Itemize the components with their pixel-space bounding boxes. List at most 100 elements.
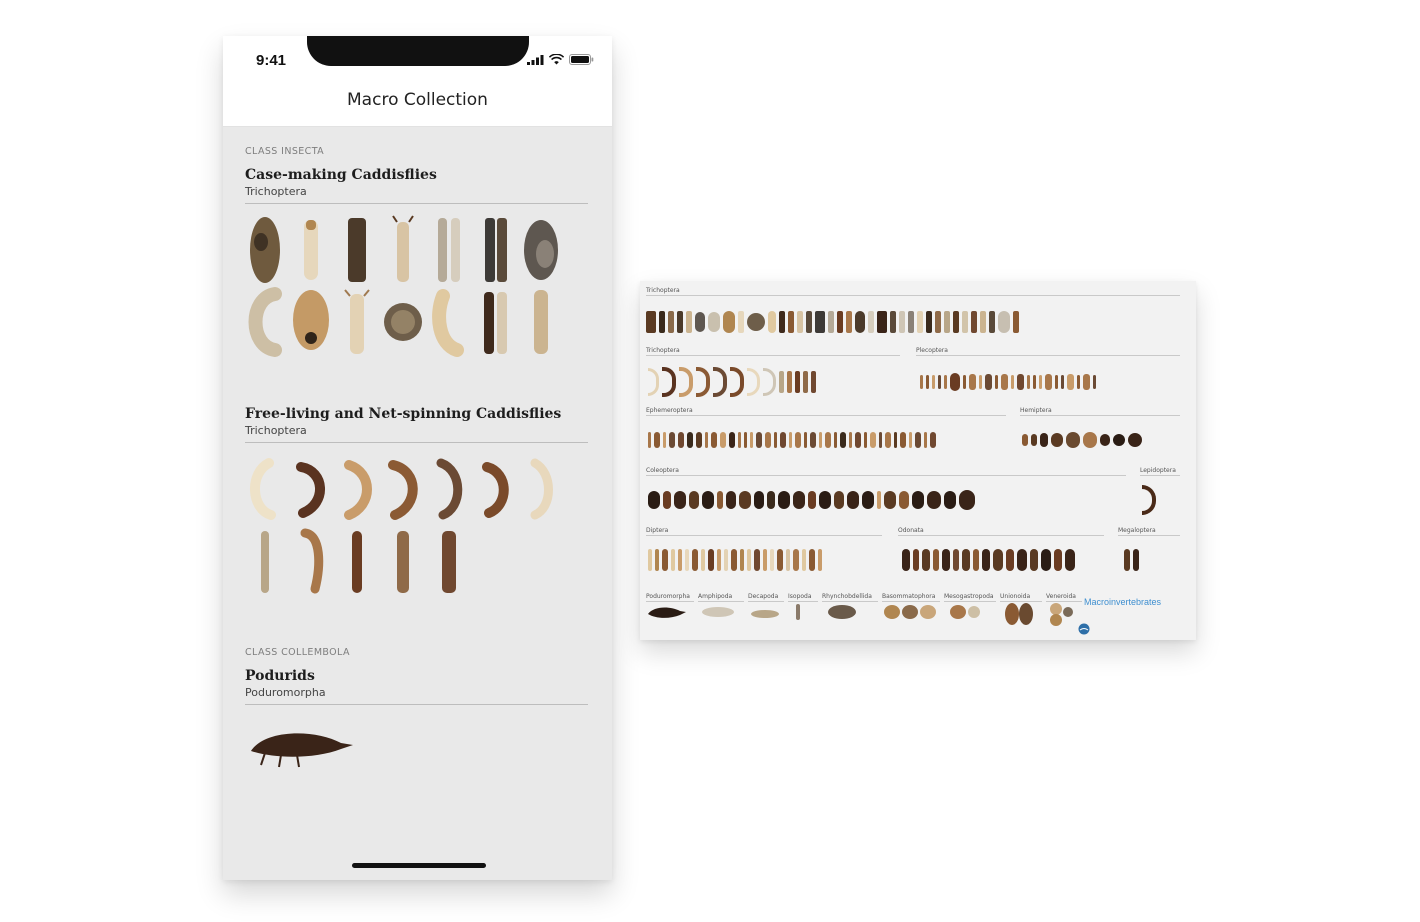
poster-group: Poduromorpha [646, 593, 694, 626]
cellular-signal-icon [527, 54, 544, 65]
divider [245, 442, 588, 443]
poster-group-title: Plecoptera [916, 347, 948, 354]
poster-divider [646, 475, 1126, 476]
poster-group-title: Amphipoda [698, 593, 733, 600]
group-title[interactable]: Podurids [245, 668, 588, 684]
status-bar: 9:41 [223, 36, 612, 84]
poster-group: Hemiptera [1020, 407, 1180, 416]
poster-bottom-groups: Poduromorpha Amphipoda Decapoda Isopoda … [646, 593, 1086, 635]
specimen-image[interactable] [475, 453, 515, 525]
specimen-image[interactable] [245, 715, 355, 771]
poster-group-title: Basommatophora [882, 593, 936, 600]
brand-logo-icon [1078, 623, 1090, 635]
specimen-image[interactable] [337, 453, 377, 525]
poster-group-title: Lepidoptera [1140, 467, 1176, 474]
group-subtitle: Trichoptera [245, 424, 307, 437]
specimen-image[interactable] [429, 525, 469, 597]
specimen-image[interactable] [383, 525, 423, 597]
specimen-image[interactable] [291, 286, 331, 358]
poster-brand[interactable]: Macroinvertebrates [1084, 597, 1161, 607]
specimen-image[interactable] [291, 453, 331, 525]
page-title: Macro Collection [347, 90, 488, 110]
poster-group: Decapoda [748, 593, 784, 626]
poster-group: Trichoptera [646, 347, 900, 356]
section-podurids: CLASS COLLEMBOLA Podurids Poduromorpha [245, 597, 588, 771]
poster-divider [1140, 475, 1180, 476]
poster-specimen [950, 605, 980, 619]
poster-divider [898, 535, 1104, 536]
poster-group: Ephemeroptera [646, 407, 1006, 416]
group-title[interactable]: Free-living and Net-spinning Caddisflies [245, 406, 588, 422]
specimen-image[interactable] [429, 286, 469, 358]
specimen-image[interactable] [383, 286, 423, 358]
poster-specimen [751, 610, 779, 618]
specimen-image[interactable] [245, 286, 285, 358]
poster-group-title: Veneroida [1046, 593, 1076, 600]
poster-specimen-row [646, 309, 1022, 335]
specimen-grid [245, 214, 588, 358]
specimen-image[interactable] [521, 286, 561, 358]
specimen-image[interactable] [383, 453, 423, 525]
collection-list[interactable]: CLASS INSECTA Case-making Caddisflies Tr… [245, 126, 588, 771]
macroinvertebrate-poster[interactable]: Trichoptera Trichoptera Plecoptera Ephem… [640, 281, 1196, 640]
home-indicator[interactable] [352, 863, 486, 868]
navigation-bar: Macro Collection [223, 84, 612, 127]
poster-group-title: Rhynchobdellida [822, 593, 872, 600]
specimen-image[interactable] [337, 286, 377, 358]
poster-group-title: Mesogastropoda [944, 593, 994, 600]
poster-group: Amphipoda [698, 593, 744, 626]
wifi-icon [549, 54, 564, 65]
specimen-image[interactable] [521, 453, 561, 525]
specimen-image[interactable] [291, 525, 331, 597]
poster-specimen [828, 605, 856, 619]
poster-group-title: Isopoda [788, 593, 812, 600]
section-free-living-caddisflies: Free-living and Net-spinning Caddisflies… [245, 358, 588, 597]
poster-specimen-row [648, 547, 825, 573]
poster-specimen-row [648, 487, 978, 513]
specimen-grid [245, 715, 588, 771]
poster-specimen-row [648, 367, 819, 397]
poster-group: Veneroida [1046, 593, 1082, 630]
poster-specimen [1005, 603, 1033, 625]
poster-group: Coleoptera [646, 467, 1126, 476]
poster-group: Trichoptera [646, 287, 1180, 296]
group-title[interactable]: Case-making Caddisflies [245, 167, 588, 183]
status-icons [527, 54, 594, 65]
specimen-image[interactable] [245, 453, 285, 525]
poster-group-title: Decapoda [748, 593, 779, 600]
poster-group-title: Ephemeroptera [646, 407, 693, 414]
status-time: 9:41 [256, 52, 287, 69]
poster-group: Rhynchobdellida [822, 593, 878, 626]
poster-specimen [702, 607, 734, 617]
specimen-image[interactable] [291, 214, 331, 286]
specimen-image[interactable] [521, 214, 561, 286]
specimen-image[interactable] [383, 214, 423, 286]
specimen-image[interactable] [337, 214, 377, 286]
specimen-image[interactable] [429, 214, 469, 286]
specimen-image[interactable] [475, 286, 515, 358]
specimen-image[interactable] [475, 214, 515, 286]
poster-group: Plecoptera [916, 347, 1180, 356]
specimen-image[interactable] [245, 214, 285, 286]
specimen-grid [245, 453, 588, 597]
poster-group-title: Coleoptera [646, 467, 679, 474]
class-label: CLASS INSECTA [245, 146, 325, 157]
phone-mockup: 9:41 Macro Collection CLASS INSECTA Case… [223, 36, 612, 880]
group-subtitle: Poduromorpha [245, 686, 326, 699]
battery-icon [569, 54, 594, 65]
poster-divider [646, 415, 1006, 416]
poster-group: Unionoida [1000, 593, 1042, 630]
specimen-image[interactable] [429, 453, 469, 525]
specimen-image[interactable] [337, 525, 377, 597]
specimen-image[interactable] [245, 525, 285, 597]
poster-group: Megaloptera [1118, 527, 1180, 536]
poster-group: Diptera [646, 527, 882, 536]
poster-group-title: Trichoptera [646, 287, 680, 294]
divider [245, 704, 588, 705]
poster-divider [1020, 415, 1180, 416]
poster-group: Mesogastropoda [944, 593, 996, 626]
divider [245, 203, 588, 204]
poster-specimen-row [920, 369, 1099, 395]
poster-divider [646, 295, 1180, 296]
poster-group-title: Megaloptera [1118, 527, 1156, 534]
